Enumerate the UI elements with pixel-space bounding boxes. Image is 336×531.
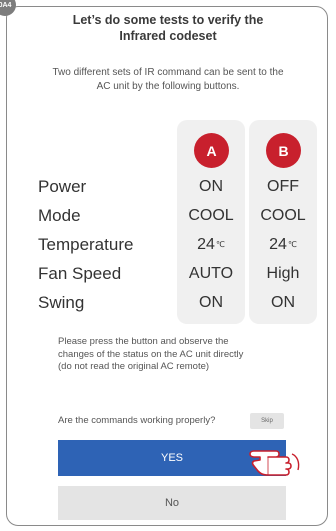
status-value-a: ON (199, 178, 223, 195)
temperature-number: 24 (197, 236, 215, 253)
status-label: Power (38, 177, 87, 196)
status-value-a: 24℃ (177, 234, 245, 256)
status-label: Mode (38, 206, 81, 225)
temperature-unit: ℃ (287, 240, 297, 249)
instructions-text: Please press the button and observe the … (58, 336, 298, 374)
temperature-number: 24 (269, 236, 287, 253)
page-title: Let’s do some tests to verify the Infrar… (0, 12, 336, 44)
status-value-a: AUTO (188, 265, 234, 282)
status-value-b: OFF (267, 178, 299, 195)
status-row-mode: Mode COOL COOL (0, 205, 336, 227)
instructions-line-3: (do not read the original AC remote) (58, 361, 210, 372)
status-value-a: ON (199, 294, 223, 311)
codeset-a-button[interactable]: A (194, 133, 229, 168)
description-text: Two different sets of IR command can be … (28, 66, 308, 94)
skip-button[interactable]: Skip (250, 413, 284, 429)
status-row-fan-speed: Fan Speed AUTO High (0, 263, 336, 285)
description-line-2: AC unit by the following buttons. (96, 81, 240, 92)
status-value-b: ON (271, 294, 295, 311)
description-line-1: Two different sets of IR command can be … (52, 67, 284, 78)
status-row-temperature: Temperature 24℃ 24℃ (0, 234, 336, 256)
instructions-line-1: Please press the button and observe the (58, 336, 229, 347)
title-line-2: Infrared codeset (119, 29, 217, 43)
status-value-a: COOL (188, 207, 234, 224)
no-button[interactable]: No (58, 486, 286, 520)
title-line-1: Let’s do some tests to verify the (72, 13, 264, 27)
status-row-swing: Swing ON ON (0, 292, 336, 314)
status-row-power: Power ON OFF (0, 176, 336, 198)
status-label: Fan Speed (38, 264, 122, 283)
codeset-b-button[interactable]: B (266, 133, 301, 168)
status-label: Swing (38, 293, 85, 312)
instructions-line-2: changes of the status on the AC unit dir… (58, 348, 244, 360)
question-text: Are the commands working properly? (58, 415, 216, 426)
status-value-b: COOL (260, 207, 306, 224)
pointing-hand-icon (249, 450, 300, 476)
temperature-unit: ℃ (215, 240, 225, 249)
status-label: Temperature (38, 235, 134, 254)
status-value-b: High (266, 265, 300, 282)
status-value-b: 24℃ (249, 234, 317, 256)
